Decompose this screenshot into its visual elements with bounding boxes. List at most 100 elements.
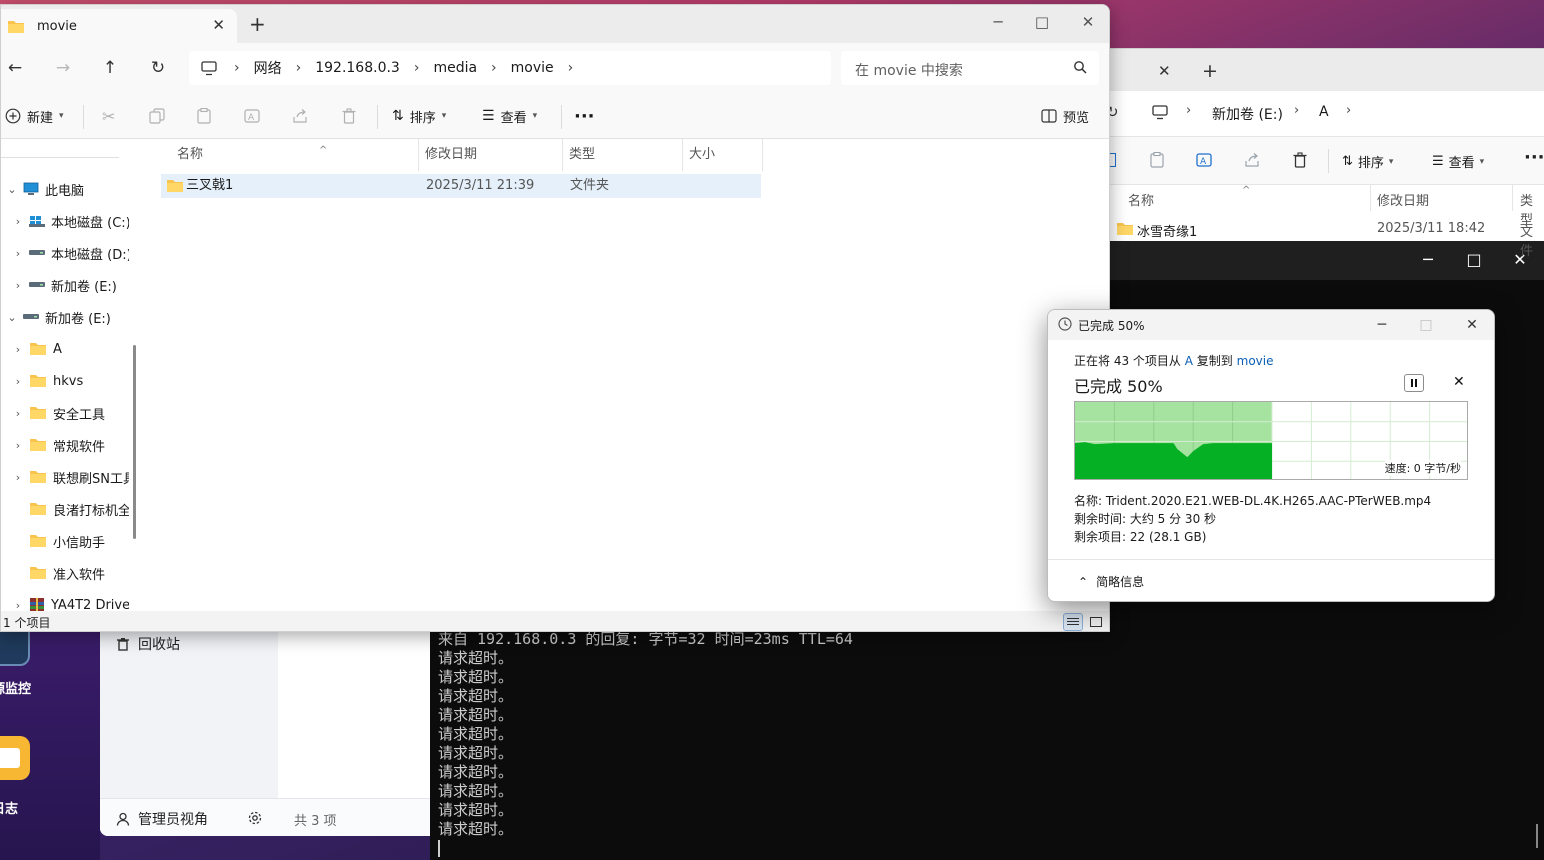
back-explorer-window[interactable]: ✕ + ↻ › 新加卷 (E:) › A › A ⇅ 排序 ▾ ☰ 查看 ▾ ·… xyxy=(1100,48,1544,259)
column-modified[interactable]: 修改日期 xyxy=(417,139,563,171)
nav-drive-e[interactable]: › 新加卷 (E:) xyxy=(1,271,129,299)
minimize-button[interactable]: ─ xyxy=(975,9,1021,35)
delete-icon[interactable] xyxy=(1292,152,1308,168)
back-file-row[interactable]: 冰雪奇缘1 2025/3/11 18:42 文件 xyxy=(1100,217,1544,259)
copy-dest-link[interactable]: movie xyxy=(1237,354,1274,368)
column-name[interactable]: 名称 ^ xyxy=(169,139,419,171)
dialog-maximize-button[interactable]: □ xyxy=(1404,313,1448,337)
back-arrow-icon[interactable]: ← xyxy=(1,55,29,81)
breadcrumb-host[interactable]: 192.168.0.3 xyxy=(304,60,411,76)
back-crumb-folder[interactable]: A xyxy=(1319,104,1329,120)
back-explorer-address[interactable]: ↻ › 新加卷 (E:) › A › xyxy=(1100,91,1544,137)
paste-icon[interactable] xyxy=(1150,152,1164,168)
search-icon[interactable] xyxy=(1073,60,1087,78)
column-type[interactable]: 类型 xyxy=(561,139,683,171)
chevron-right-icon[interactable]: › xyxy=(7,279,29,292)
more-options-icon[interactable]: ··· xyxy=(574,105,595,127)
nas-recycle-bin[interactable]: 回收站 xyxy=(116,634,180,654)
cut-button[interactable]: ✂ xyxy=(102,105,115,127)
less-info-button[interactable]: ⌃ 简略信息 xyxy=(1078,573,1144,590)
cancel-copy-icon[interactable]: ✕ xyxy=(1453,374,1465,390)
chevron-right-icon[interactable]: › xyxy=(7,247,29,260)
chevron-right-icon[interactable]: › xyxy=(7,375,29,388)
nav-folder[interactable]: 良渚打标机全套 xyxy=(1,495,129,523)
folder-icon xyxy=(30,439,46,451)
paste-button[interactable] xyxy=(197,105,211,127)
chevron-right-icon[interactable]: › xyxy=(7,471,29,484)
breadcrumb-movie[interactable]: movie xyxy=(500,60,565,76)
dialog-minimize-button[interactable]: ─ xyxy=(1360,313,1404,337)
delete-button[interactable] xyxy=(341,105,357,127)
desktop-label-monitor[interactable]: 源监控 xyxy=(0,678,31,697)
terminal-maximize-button[interactable]: □ xyxy=(1454,248,1494,272)
chevron-right-icon[interactable]: › xyxy=(7,343,29,356)
log-app-icon[interactable] xyxy=(0,736,30,780)
dialog-close-button[interactable]: ✕ xyxy=(1450,313,1494,337)
sort-button[interactable]: ⇅ 排序 ▾ xyxy=(392,105,446,127)
search-box[interactable]: 在 movie 中搜索 xyxy=(841,51,1099,85)
nav-folder[interactable]: › A xyxy=(1,335,129,363)
nav-drive-e-expanded[interactable]: ⌄ 新加卷 (E:) xyxy=(1,303,129,331)
chevron-right-icon[interactable]: › xyxy=(7,407,29,420)
address-bar[interactable]: › 网络 › 192.168.0.3 › media › movie › xyxy=(189,51,831,85)
pause-button[interactable] xyxy=(1404,374,1424,392)
view-button[interactable]: ☰ 查看 ▾ xyxy=(482,105,537,127)
more-options-icon[interactable]: ··· xyxy=(1524,147,1544,168)
breadcrumb-media[interactable]: media xyxy=(422,60,488,76)
nav-folder[interactable]: › 常规软件 xyxy=(1,431,129,459)
chevron-down-icon[interactable]: ⌄ xyxy=(1,183,23,196)
back-tab-close-button[interactable]: ✕ xyxy=(1158,62,1171,80)
chevron-right-icon[interactable]: › xyxy=(7,439,29,452)
forward-arrow-icon[interactable]: → xyxy=(49,55,77,81)
chevron-right-icon[interactable]: › xyxy=(7,599,29,612)
copy-progress-dialog[interactable]: 已完成 50% ─ □ ✕ 正在将 43 个项目从 A 复制到 movie 已完… xyxy=(1047,309,1495,602)
new-button[interactable]: 新建 ▾ xyxy=(5,105,64,127)
desktop-label-log[interactable]: 日志 xyxy=(0,798,18,817)
terminal-scrollbar[interactable] xyxy=(1536,824,1538,848)
breadcrumb-network[interactable]: 网络 xyxy=(243,58,293,78)
nav-folder[interactable]: › 安全工具 xyxy=(1,399,129,427)
back-sort-button[interactable]: ⇅ 排序 ▾ xyxy=(1342,152,1393,171)
back-tab-add-button[interactable]: + xyxy=(1202,60,1218,82)
copy-button[interactable] xyxy=(149,105,165,127)
explorer-tab-movie[interactable]: movie ✕ xyxy=(1,9,237,43)
nav-folder-archive[interactable]: › YA4T2 Driver xyxy=(1,591,129,611)
rename-button[interactable]: A xyxy=(244,105,262,127)
tab-close-icon[interactable]: ✕ xyxy=(212,16,225,34)
nav-drive-c[interactable]: › 本地磁盘 (C:) xyxy=(1,207,129,235)
copy-dialog-titlebar[interactable]: 已完成 50% ─ □ ✕ xyxy=(1048,310,1494,340)
chevron-right-icon[interactable]: › xyxy=(7,215,29,228)
close-button[interactable]: ✕ xyxy=(1065,9,1109,35)
back-col-modified[interactable]: 修改日期 xyxy=(1377,190,1429,209)
table-row[interactable]: 三叉戟1 2025/3/11 21:39 文件夹 xyxy=(161,174,761,198)
maximize-button[interactable]: □ xyxy=(1019,9,1065,35)
terminal-minimize-button[interactable]: ─ xyxy=(1408,248,1448,272)
file-explorer-window[interactable]: movie ✕ + ─ □ ✕ ← → ↑ ↻ › 网络 › 192.168.0… xyxy=(0,4,1110,632)
nav-folder[interactable]: 小信助手 xyxy=(1,527,129,555)
nav-scrollbar[interactable] xyxy=(133,345,136,539)
details-view-button[interactable] xyxy=(1063,613,1083,631)
file-type: 文件夹 xyxy=(570,178,610,193)
nav-folder[interactable]: › 联想刷SN工具 xyxy=(1,463,129,491)
rename-icon[interactable]: A xyxy=(1196,152,1212,168)
settings-gear-icon[interactable] xyxy=(248,811,262,825)
up-arrow-icon[interactable]: ↑ xyxy=(96,55,124,81)
back-col-name[interactable]: 名称 xyxy=(1128,190,1154,209)
nav-folder[interactable]: 准入软件 xyxy=(1,559,129,587)
nav-this-pc[interactable]: ⌄ 此电脑 xyxy=(1,175,129,203)
nav-drive-d[interactable]: › 本地磁盘 (D:) xyxy=(1,239,129,267)
refresh-icon[interactable]: ↻ xyxy=(144,55,172,81)
share-button[interactable] xyxy=(292,105,308,127)
back-crumb-drive[interactable]: 新加卷 (E:) xyxy=(1212,104,1283,124)
share-icon[interactable] xyxy=(1244,152,1260,168)
nas-admin-view[interactable]: 管理员视角 xyxy=(116,809,208,829)
chevron-down-icon[interactable]: ⌄ xyxy=(1,311,23,324)
copy-source-link[interactable]: A xyxy=(1185,354,1193,368)
column-size[interactable]: 大小 xyxy=(681,139,763,171)
search-input[interactable]: 在 movie 中搜索 xyxy=(855,60,963,80)
preview-button[interactable]: 预览 xyxy=(1041,105,1089,127)
nav-folder[interactable]: › hkvs xyxy=(1,367,129,395)
back-view-button[interactable]: ☰ 查看 ▾ xyxy=(1432,152,1484,171)
new-tab-button[interactable]: + xyxy=(249,14,266,34)
tiles-view-button[interactable] xyxy=(1086,613,1106,631)
